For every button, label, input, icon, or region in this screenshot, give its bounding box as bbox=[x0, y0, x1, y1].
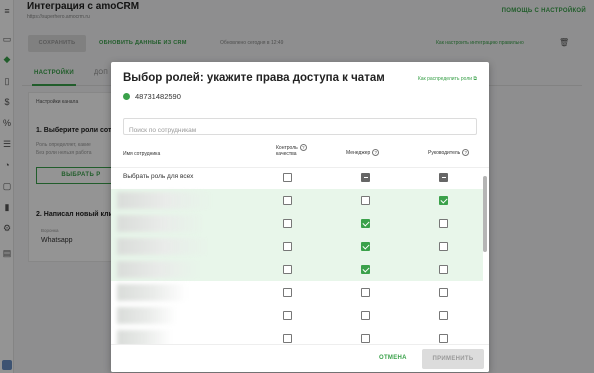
select-all-row: Выбрать роль для всех bbox=[111, 166, 483, 189]
quality-role-checkbox[interactable] bbox=[283, 242, 292, 251]
employee-search[interactable] bbox=[123, 118, 477, 138]
manager-role-checkbox[interactable] bbox=[361, 334, 370, 343]
cancel-button[interactable]: ОТМЕНА bbox=[379, 355, 407, 361]
col-manager: Менеджер? bbox=[346, 149, 380, 156]
channel-phone: 48731482590 bbox=[123, 92, 181, 101]
quality-role-checkbox[interactable] bbox=[283, 334, 292, 343]
select-all-manager-checkbox[interactable] bbox=[361, 173, 370, 182]
table-row bbox=[111, 304, 483, 327]
table-row bbox=[111, 212, 483, 235]
redacted-employee-name bbox=[117, 238, 209, 255]
quality-role-checkbox[interactable] bbox=[283, 196, 292, 205]
table-row bbox=[111, 327, 483, 344]
how-to-assign-roles-link[interactable]: Как распределить роли ⧉ bbox=[418, 76, 477, 82]
scrollbar-thumb[interactable] bbox=[483, 176, 487, 252]
redacted-employee-name bbox=[117, 330, 172, 344]
head-role-checkbox[interactable] bbox=[439, 219, 448, 228]
manager-role-checkbox[interactable] bbox=[361, 265, 370, 274]
col-head: Руководитель? bbox=[428, 149, 470, 156]
quality-role-checkbox[interactable] bbox=[283, 311, 292, 320]
manager-role-checkbox[interactable] bbox=[361, 242, 370, 251]
table-row bbox=[111, 189, 483, 212]
help-icon[interactable]: ? bbox=[372, 149, 380, 156]
modal-footer: ОТМЕНА ПРИМЕНИТЬ bbox=[111, 344, 489, 372]
head-role-checkbox[interactable] bbox=[439, 242, 448, 251]
select-all-head-checkbox[interactable] bbox=[439, 173, 448, 182]
apply-button[interactable]: ПРИМЕНИТЬ bbox=[422, 349, 484, 369]
head-role-checkbox[interactable] bbox=[439, 196, 448, 205]
external-link-icon: ⧉ bbox=[473, 76, 477, 82]
redacted-employee-name bbox=[117, 192, 212, 209]
col-quality-line2: качества bbox=[276, 151, 297, 157]
roles-modal: Выбор ролей: укажите права доступа к чат… bbox=[111, 62, 489, 372]
select-all-quality-checkbox[interactable] bbox=[283, 173, 292, 182]
table-scrollbar[interactable] bbox=[483, 170, 487, 340]
help-icon[interactable]: ? bbox=[462, 149, 470, 156]
phone-number: 48731482590 bbox=[135, 92, 181, 101]
col-employee-name: Имя сотрудника bbox=[123, 151, 161, 157]
col-manager-label: Менеджер bbox=[346, 149, 371, 156]
redacted-employee-name bbox=[117, 307, 177, 324]
redacted-employee-name bbox=[117, 284, 187, 301]
quality-role-checkbox[interactable] bbox=[283, 265, 292, 274]
table-body: Выбрать роль для всех bbox=[111, 166, 489, 344]
table-row bbox=[111, 281, 483, 304]
redacted-employee-name bbox=[117, 215, 205, 232]
manager-role-checkbox[interactable] bbox=[361, 288, 370, 297]
redacted-employee-name bbox=[117, 261, 202, 278]
col-quality-line1: Контроль bbox=[276, 144, 298, 151]
head-role-checkbox[interactable] bbox=[439, 265, 448, 274]
table-header: Имя сотрудника Контроль? качества Менедж… bbox=[111, 140, 489, 168]
whatsapp-icon bbox=[123, 93, 130, 100]
quality-role-checkbox[interactable] bbox=[283, 288, 292, 297]
select-all-label: Выбрать роль для всех bbox=[123, 173, 194, 180]
quality-role-checkbox[interactable] bbox=[283, 219, 292, 228]
table-row bbox=[111, 258, 483, 281]
how-to-assign-roles-label: Как распределить роли bbox=[417, 76, 473, 82]
col-quality-control: Контроль? качества bbox=[276, 144, 307, 157]
manager-role-checkbox[interactable] bbox=[361, 219, 370, 228]
head-role-checkbox[interactable] bbox=[439, 334, 448, 343]
head-role-checkbox[interactable] bbox=[439, 288, 448, 297]
employee-search-input[interactable] bbox=[124, 123, 476, 138]
head-role-checkbox[interactable] bbox=[439, 311, 448, 320]
manager-role-checkbox[interactable] bbox=[361, 311, 370, 320]
help-icon[interactable]: ? bbox=[299, 144, 307, 151]
table-row bbox=[111, 235, 483, 258]
col-head-label: Руководитель bbox=[428, 149, 461, 156]
manager-role-checkbox[interactable] bbox=[361, 196, 370, 205]
modal-title: Выбор ролей: укажите права доступа к чат… bbox=[123, 72, 385, 84]
